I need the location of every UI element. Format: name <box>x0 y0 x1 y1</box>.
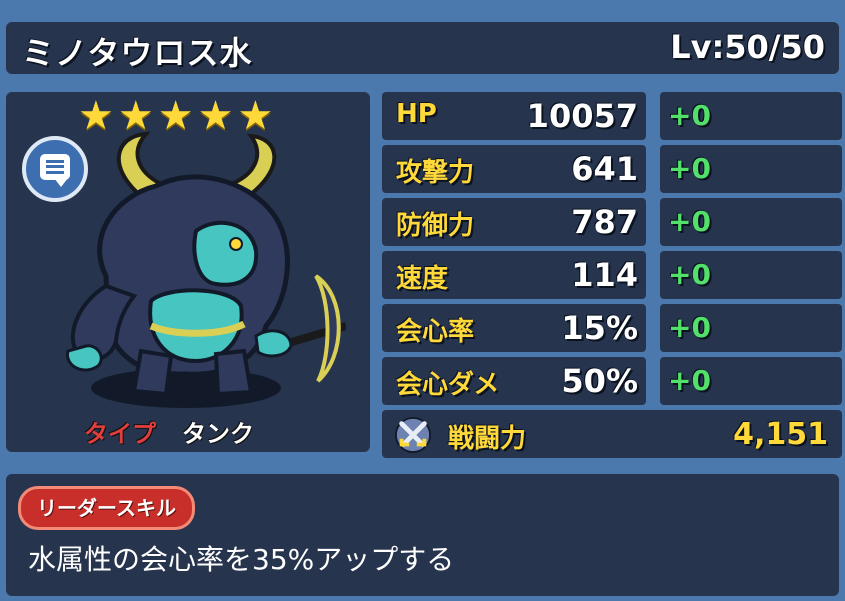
battle-power-value: 4,151 <box>733 417 828 452</box>
bonus-row-hp: +0 <box>660 92 842 140</box>
monster-name: ミノタウロス水 <box>22 34 253 72</box>
stat-row-defense: 防御力 787 <box>382 198 646 246</box>
stat-value: 641 <box>571 150 638 188</box>
bonus-row-speed: +0 <box>660 251 842 299</box>
status-screen: ミノタウロス水 Lv:50/50 ★ ★ ★ ★ ★ タイプ タンク HP 10… <box>0 0 845 601</box>
level-indicator: Lv:50/50 <box>670 28 825 66</box>
title-bar: ミノタウロス水 Lv:50/50 <box>6 22 839 74</box>
bonus-row-defense: +0 <box>660 198 842 246</box>
bonus-value: +0 <box>668 99 711 132</box>
leader-skill-description: 水属性の会心率を35%アップする <box>28 543 455 576</box>
battle-power-label: 戦闘力 <box>448 424 527 454</box>
bonus-value: +0 <box>668 152 711 185</box>
crossed-swords-icon <box>394 416 432 454</box>
bonus-row-attack: +0 <box>660 145 842 193</box>
bonus-value: +0 <box>668 258 711 291</box>
stat-value: 15% <box>561 309 638 347</box>
stat-label: 会心率 <box>396 317 475 347</box>
type-label: タイプ <box>84 420 156 448</box>
bonus-value: +0 <box>668 311 711 344</box>
stat-value: 114 <box>571 256 638 294</box>
stat-row-speed: 速度 114 <box>382 251 646 299</box>
stat-label: HP <box>396 99 437 129</box>
stat-row-crit-rate: 会心率 15% <box>382 304 646 352</box>
stat-label: 会心ダメ <box>396 370 500 400</box>
portrait-panel: ★ ★ ★ ★ ★ タイプ タンク <box>6 92 370 452</box>
bonus-value: +0 <box>668 364 711 397</box>
stat-row-attack: 攻撃力 641 <box>382 145 646 193</box>
stat-label: 攻撃力 <box>396 158 475 188</box>
bonus-row-crit-rate: +0 <box>660 304 842 352</box>
stat-row-hp: HP 10057 <box>382 92 646 140</box>
minotaur-character-image <box>66 131 346 408</box>
type-value: タンク <box>182 420 254 448</box>
stat-value: 50% <box>561 362 638 400</box>
bonus-value: +0 <box>668 205 711 238</box>
stat-label: 速度 <box>396 264 449 294</box>
stat-label: 防御力 <box>396 211 475 241</box>
bonus-row-crit-damage: +0 <box>660 357 842 405</box>
leader-skill-badge: リーダースキル <box>18 486 195 530</box>
stat-row-crit-damage: 会心ダメ 50% <box>382 357 646 405</box>
stat-value: 787 <box>571 203 638 241</box>
leader-skill-panel: リーダースキル 水属性の会心率を35%アップする <box>6 474 839 596</box>
battle-power-row: 戦闘力 4,151 <box>382 410 842 458</box>
stat-value: 10057 <box>526 97 638 135</box>
